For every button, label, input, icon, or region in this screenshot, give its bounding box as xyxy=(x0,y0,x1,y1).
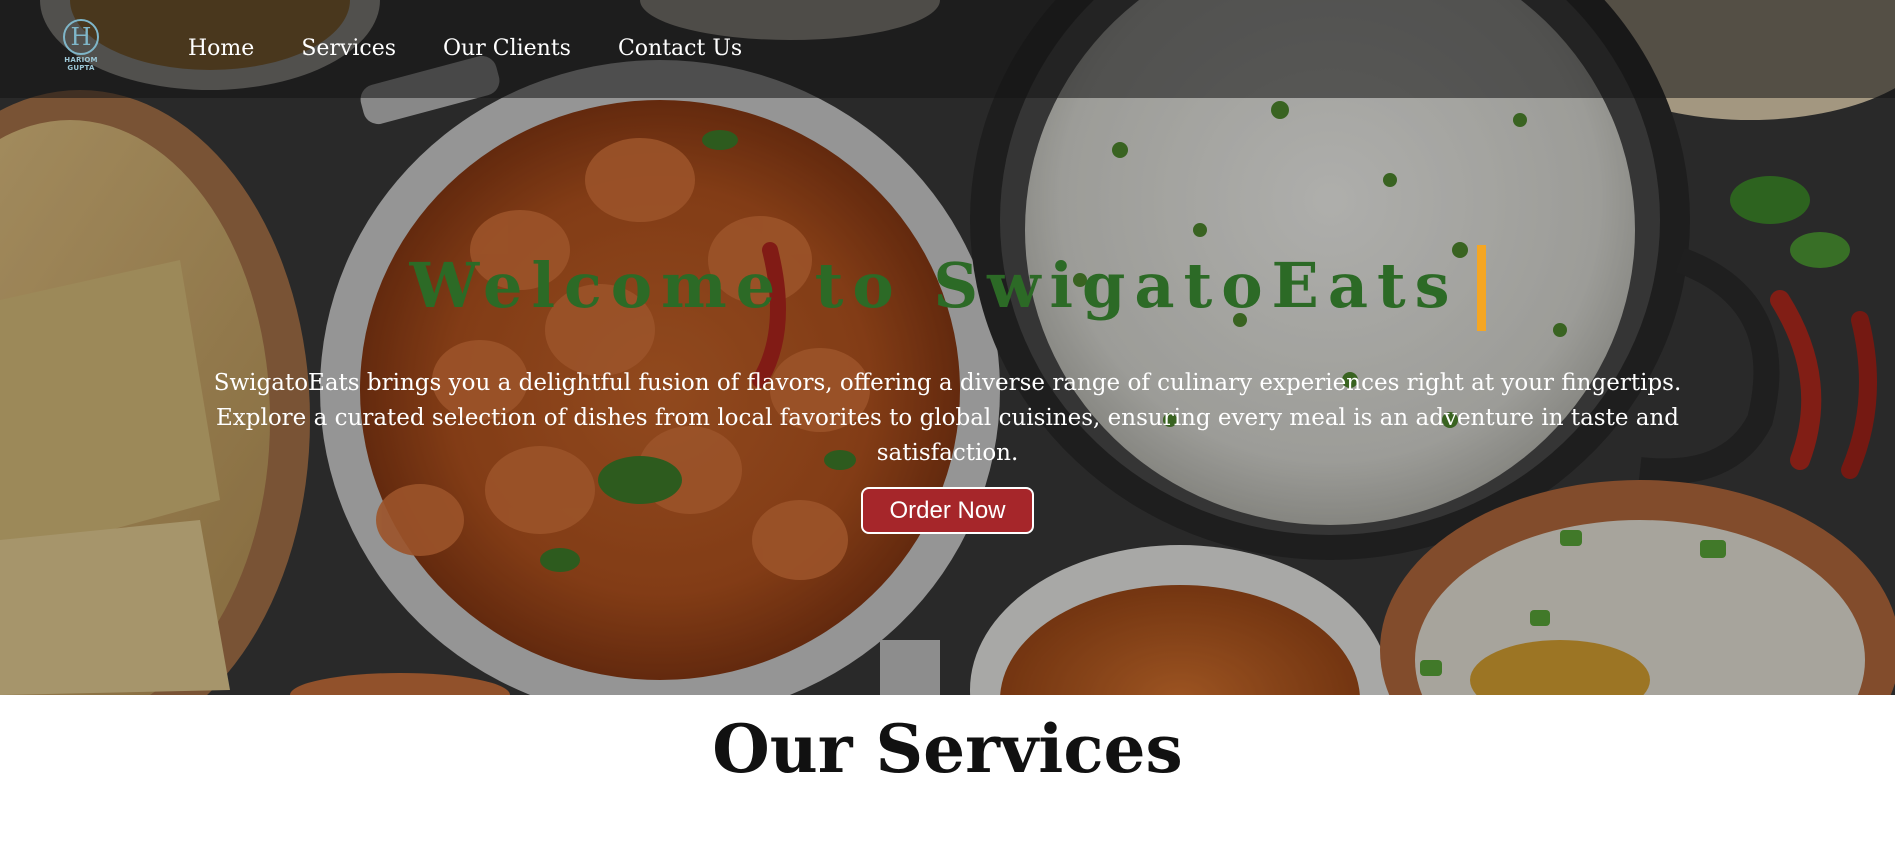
nav-link-our-clients[interactable]: Our Clients xyxy=(443,36,571,61)
hero-title-container: Welcome to SwigatoEats xyxy=(0,245,1895,331)
nav-link-services[interactable]: Services xyxy=(301,36,396,61)
main-navigation: Home Services Our Clients Contact Us xyxy=(188,36,789,61)
h-monogram-logo-icon: H xyxy=(63,19,99,55)
logo-text: HARIOM GUPTA xyxy=(64,56,98,72)
hero-section: H HARIOM GUPTA Home Services Our Clients… xyxy=(0,0,1895,695)
brand-logo[interactable]: H HARIOM GUPTA xyxy=(50,18,112,72)
top-navbar: H HARIOM GUPTA Home Services Our Clients… xyxy=(0,0,1895,98)
services-section-title: Our Services xyxy=(712,710,1183,788)
hero-title: Welcome to SwigatoEats xyxy=(409,245,1486,331)
food-background-image xyxy=(0,0,1895,695)
hero-description: SwigatoEats brings you a delightful fusi… xyxy=(213,370,1682,466)
svg-text:H: H xyxy=(71,23,92,51)
nav-link-home[interactable]: Home xyxy=(188,36,254,61)
nav-link-contact-us[interactable]: Contact Us xyxy=(618,36,742,61)
order-now-button[interactable]: Order Now xyxy=(861,487,1034,534)
